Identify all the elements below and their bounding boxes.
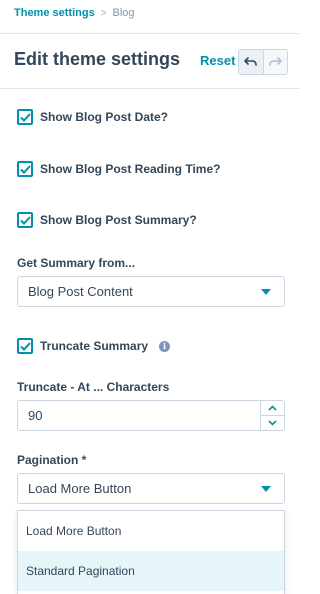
undo-button[interactable] [239,50,263,74]
breadcrumb-current: Blog [112,7,135,19]
reset-button[interactable]: Reset [200,53,235,68]
info-icon[interactable]: i [159,340,171,352]
checkbox-label: Show Blog Post Summary? [40,213,197,227]
chevron-down-icon [261,289,271,295]
breadcrumb-theme-settings[interactable]: Theme settings [14,7,95,19]
truncate-summary-checkbox[interactable]: Truncate Summary i [17,338,171,354]
number-stepper [260,401,284,430]
show-reading-time-checkbox[interactable]: Show Blog Post Reading Time? [17,161,220,177]
summary-source-label: Get Summary from... [17,256,136,270]
checkbox-label: Show Blog Post Date? [40,110,169,124]
checkbox-checked-icon [17,109,33,125]
pagination-value: Load More Button [28,481,132,496]
panel-header: Edit theme settings Reset [0,33,300,89]
chevron-down-icon [268,420,277,426]
checkbox-label: Truncate Summary [40,339,149,353]
truncate-at-input[interactable]: 90 [17,400,285,431]
truncate-at-label: Truncate - At ... Characters [17,380,170,394]
checkbox-label: Show Blog Post Reading Time? [40,162,221,176]
redo-button[interactable] [262,50,287,74]
decrement-button[interactable] [261,415,284,430]
summary-source-value: Blog Post Content [28,284,133,299]
show-post-summary-checkbox[interactable]: Show Blog Post Summary? [17,212,197,228]
breadcrumb-separator: > [100,7,107,19]
page-title: Edit theme settings [14,49,181,69]
truncate-at-value: 90 [28,408,43,423]
summary-source-select[interactable]: Blog Post Content [17,276,285,307]
chevron-up-icon [268,405,277,411]
undo-redo-group [238,49,288,75]
checkbox-checked-icon [17,161,33,177]
show-post-date-checkbox[interactable]: Show Blog Post Date? [17,109,168,125]
pagination-select[interactable]: Load More Button [17,473,285,504]
pagination-label: Pagination * [17,453,87,467]
dropdown-option-load-more[interactable]: Load More Button [18,511,284,551]
breadcrumb: Theme settings > Blog [14,7,135,19]
increment-button[interactable] [261,401,284,415]
redo-icon [269,57,282,66]
checkbox-checked-icon [17,212,33,228]
dropdown-option-standard-pagination[interactable]: Standard Pagination [18,551,284,591]
pagination-dropdown-menu: Load More Button Standard Pagination [17,510,285,594]
checkbox-checked-icon [17,338,33,354]
undo-icon [244,57,258,66]
chevron-down-icon [261,486,271,492]
